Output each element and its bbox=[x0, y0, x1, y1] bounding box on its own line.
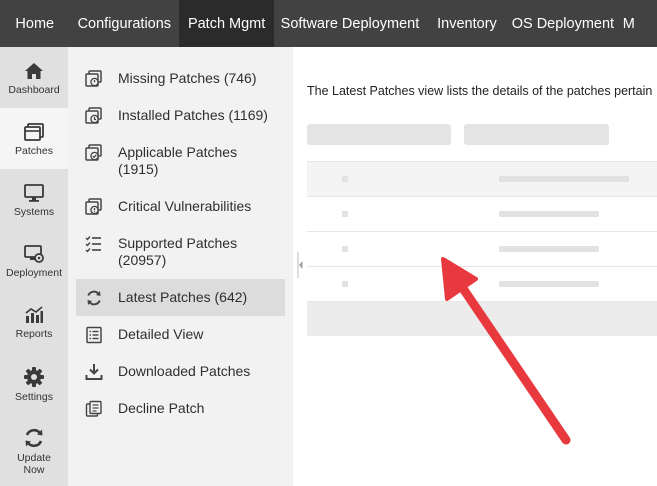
submenu-label-critical-vulnerabilities: Critical Vulnerabilities bbox=[118, 198, 252, 214]
decline-patch-icon bbox=[85, 400, 102, 417]
loading-filter-placeholder bbox=[307, 124, 451, 145]
loading-table-header bbox=[307, 161, 657, 196]
patches-icon bbox=[24, 123, 44, 141]
loading-cell-placeholder bbox=[342, 246, 348, 252]
submenu-item-downloaded-patches[interactable]: Downloaded Patches bbox=[76, 363, 285, 381]
loading-table-row bbox=[307, 196, 657, 231]
main-content: The Latest Patches view lists the detail… bbox=[303, 47, 657, 486]
rail-label-dashboard: Dashboard bbox=[8, 84, 60, 96]
loading-filter-placeholder bbox=[464, 124, 609, 145]
missing-patches-icon bbox=[85, 70, 102, 87]
loading-cell-placeholder bbox=[342, 211, 348, 217]
submenu-label-supported-patches: Supported Patches bbox=[118, 235, 238, 251]
rail-item-patches[interactable]: Patches bbox=[0, 108, 68, 169]
submenu-item-latest-patches[interactable]: Latest Patches (642) bbox=[76, 279, 285, 316]
submenu-item-detailed-view[interactable]: Detailed View bbox=[76, 326, 285, 344]
installed-patches-icon bbox=[85, 107, 102, 124]
loading-cell-placeholder bbox=[499, 176, 629, 182]
rail-label-update: Update bbox=[17, 452, 51, 464]
submenu-label-decline-patch: Decline Patch bbox=[118, 400, 205, 416]
submenu-item-critical-vulnerabilities[interactable]: Critical Vulnerabilities bbox=[76, 198, 285, 216]
submenu-count-applicable-patches: (1915) bbox=[118, 161, 159, 177]
loading-cell-placeholder bbox=[499, 281, 599, 287]
submenu-label-downloaded-patches: Downloaded Patches bbox=[118, 363, 251, 379]
reports-icon bbox=[25, 306, 43, 323]
loading-table-footer bbox=[307, 301, 657, 336]
view-description: The Latest Patches view lists the detail… bbox=[307, 84, 653, 98]
loading-cell-placeholder bbox=[499, 211, 599, 217]
tab-patch-mgmt[interactable]: Patch Mgmt bbox=[179, 0, 275, 47]
rail-label-deployment: Deployment bbox=[5, 267, 63, 279]
rail-item-reports[interactable]: Reports bbox=[0, 291, 68, 352]
monitor-icon bbox=[24, 184, 44, 202]
detailed-view-icon bbox=[86, 326, 102, 344]
submenu-item-applicable-patches[interactable]: Applicable Patches (1915) bbox=[76, 144, 285, 178]
submenu-label-latest-patches: Latest Patches (642) bbox=[118, 289, 248, 305]
home-icon bbox=[25, 63, 43, 79]
tab-os-deployment[interactable]: OS Deployment bbox=[508, 0, 618, 47]
loading-cell-placeholder bbox=[342, 281, 348, 287]
tab-inventory[interactable]: Inventory bbox=[426, 0, 508, 47]
submenu-label-applicable-patches: Applicable Patches bbox=[118, 144, 238, 160]
refresh-icon bbox=[87, 290, 101, 306]
submenu-item-installed-patches[interactable]: Installed Patches (1169) bbox=[76, 107, 285, 125]
loading-table-row bbox=[307, 231, 657, 266]
rail-label-reports: Reports bbox=[15, 328, 53, 340]
tab-configurations[interactable]: Configurations bbox=[70, 0, 180, 47]
download-icon bbox=[85, 364, 103, 380]
submenu-count-supported-patches: (20957) bbox=[118, 252, 167, 268]
applicable-patches-icon bbox=[85, 144, 102, 161]
top-navigation-bar: Home Configurations Patch Mgmt Software … bbox=[0, 0, 657, 47]
rail-item-deployment[interactable]: Deployment bbox=[0, 230, 68, 291]
rail-label-settings: Settings bbox=[15, 391, 53, 403]
rail-label-patches: Patches bbox=[15, 145, 53, 157]
checklist-icon bbox=[85, 236, 101, 253]
module-sidebar: Dashboard Patches Systems Deployment Rep… bbox=[0, 47, 68, 486]
submenu-item-supported-patches[interactable]: Supported Patches (20957) bbox=[76, 235, 285, 269]
loading-cell-placeholder bbox=[342, 176, 348, 182]
deployment-icon bbox=[24, 245, 44, 263]
tab-home[interactable]: Home bbox=[0, 0, 70, 47]
submenu-label-missing-patches: Missing Patches (746) bbox=[118, 70, 257, 86]
loading-table-row bbox=[307, 266, 657, 301]
rail-item-update-now[interactable]: Update Now bbox=[0, 413, 68, 486]
loading-cell-placeholder bbox=[499, 246, 599, 252]
refresh-icon bbox=[25, 428, 43, 448]
critical-vulnerabilities-icon bbox=[85, 198, 102, 215]
rail-item-settings[interactable]: Settings bbox=[0, 352, 68, 413]
submenu-label-installed-patches: Installed Patches (1169) bbox=[118, 107, 268, 123]
gear-icon bbox=[24, 367, 44, 387]
tab-software-deployment[interactable]: Software Deployment bbox=[274, 0, 426, 47]
rail-item-dashboard[interactable]: Dashboard bbox=[0, 47, 68, 108]
submenu-label-detailed-view: Detailed View bbox=[118, 326, 204, 342]
submenu-item-decline-patch[interactable]: Decline Patch bbox=[76, 400, 285, 418]
rail-item-systems[interactable]: Systems bbox=[0, 169, 68, 230]
patch-submenu: Missing Patches (746) Installed Patches … bbox=[68, 47, 293, 486]
rail-label-systems: Systems bbox=[13, 206, 55, 218]
rail-label-now: Now bbox=[23, 464, 45, 476]
tab-more[interactable]: M bbox=[618, 0, 657, 47]
submenu-item-missing-patches[interactable]: Missing Patches (746) bbox=[76, 70, 285, 88]
